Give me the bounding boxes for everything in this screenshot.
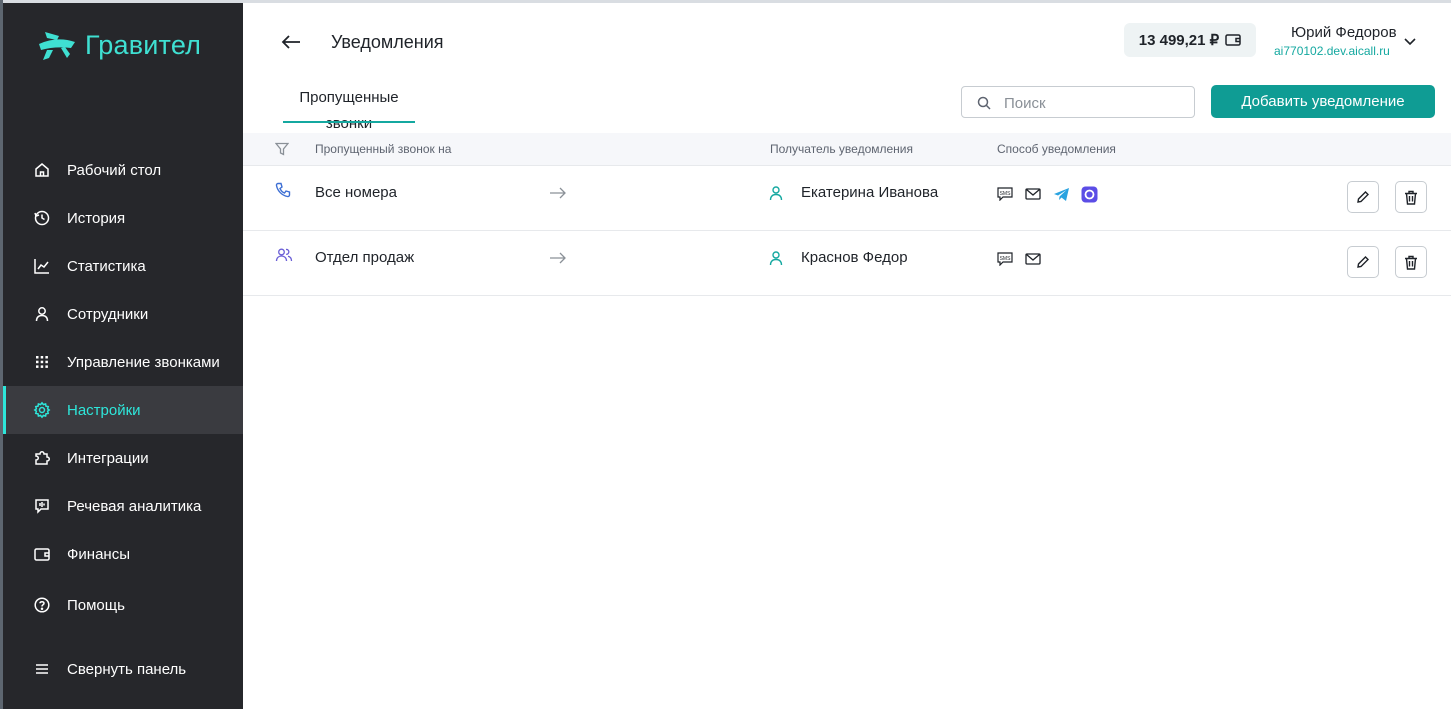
gear-icon — [33, 401, 51, 419]
chart-icon — [34, 259, 49, 274]
wallet-icon — [34, 548, 50, 561]
balance-amount: 13 499,21 ₽ — [1138, 32, 1220, 49]
menu-icon — [36, 664, 48, 674]
chevron-down-icon[interactable] — [1403, 37, 1417, 47]
delete-button[interactable] — [1395, 246, 1427, 278]
history-icon — [34, 210, 50, 226]
sidebar-item-label: Интеграции — [67, 449, 149, 467]
back-arrow-icon[interactable] — [280, 33, 302, 51]
trash-icon — [1405, 190, 1417, 205]
column-header-method: Способ уведомления — [997, 142, 1116, 156]
brand-name: Гравител — [85, 29, 202, 60]
sidebar-item-label: Финансы — [67, 545, 130, 563]
notification-methods: SMS — [996, 185, 1098, 203]
add-notification-button[interactable]: Добавить уведомление — [1211, 85, 1435, 118]
sms-icon: SMS — [996, 250, 1014, 268]
notification-methods: SMS — [996, 250, 1042, 268]
table-row[interactable]: Отдел продаж Краснов Федор SMS — [243, 231, 1451, 296]
telegram-icon — [1052, 185, 1070, 203]
edit-button[interactable] — [1347, 246, 1379, 278]
sidebar-item-desktop[interactable]: Рабочий стол — [3, 146, 243, 194]
max-messenger-icon — [1080, 185, 1098, 203]
email-icon — [1024, 185, 1042, 203]
puzzle-icon — [35, 451, 50, 465]
pencil-icon — [1357, 191, 1369, 203]
arrow-right-icon — [550, 187, 566, 199]
sidebar-item-label: Речевая аналитика — [67, 497, 202, 515]
tab-missed-calls[interactable]: Пропущенные звонки — [283, 85, 415, 132]
page-title: Уведомления — [331, 32, 444, 52]
missed-call-source: Отдел продаж — [315, 249, 415, 266]
phone-icon — [275, 182, 291, 198]
sidebar-item-label: Статистика — [67, 257, 146, 275]
missed-call-source: Все номера — [315, 184, 397, 201]
delete-button[interactable] — [1395, 181, 1427, 213]
sidebar-item-label: Управление звонками — [67, 353, 220, 371]
svg-text:SMS: SMS — [1000, 256, 1012, 262]
svg-text:SMS: SMS — [1000, 191, 1012, 197]
home-icon — [35, 163, 49, 177]
sidebar-item-history[interactable]: История — [3, 194, 243, 242]
recipient-name: Краснов Федор — [801, 249, 908, 266]
pencil-icon — [1357, 256, 1369, 268]
user-icon — [35, 307, 49, 322]
filter-icon[interactable] — [275, 142, 289, 156]
main-content: Уведомления 13 499,21 ₽ Юрий Федоров ai7… — [243, 3, 1451, 709]
sidebar: Гравител Рабочий стол История Статистика… — [3, 3, 243, 709]
sidebar-item-label: Сотрудники — [67, 305, 149, 323]
ufo-logo-icon — [39, 32, 75, 60]
sidebar-item-label: Помощь — [67, 596, 125, 614]
edit-button[interactable] — [1347, 181, 1379, 213]
table-header: Пропущенный звонок на Получатель уведомл… — [243, 133, 1451, 166]
sidebar-item-employees[interactable]: Сотрудники — [3, 290, 243, 338]
sidebar-item-statistics[interactable]: Статистика — [3, 242, 243, 290]
user-domain[interactable]: ai770102.dev.aicall.ru — [1274, 44, 1390, 58]
speech-icon — [35, 499, 49, 514]
sidebar-item-settings[interactable]: Настройки — [3, 386, 243, 434]
arrow-right-icon — [550, 252, 566, 264]
person-icon — [769, 251, 783, 266]
logo[interactable]: Гравител — [37, 27, 201, 63]
column-header-recipient: Получатель уведомления — [770, 142, 914, 156]
sidebar-item-label: История — [67, 209, 126, 227]
sidebar-item-help[interactable]: Помощь — [3, 581, 243, 629]
dialpad-icon — [36, 356, 48, 368]
sidebar-item-label: Настройки — [67, 401, 141, 419]
trash-icon — [1405, 255, 1417, 270]
person-icon — [769, 186, 783, 201]
balance-badge[interactable]: 13 499,21 ₽ — [1124, 23, 1256, 57]
sidebar-item-speech-analytics[interactable]: Речевая аналитика — [3, 482, 243, 530]
search-box[interactable] — [961, 86, 1195, 118]
wallet-icon — [1225, 34, 1241, 46]
column-header-missed-call: Пропущенный звонок на — [315, 142, 452, 156]
sidebar-item-label: Рабочий стол — [67, 161, 162, 179]
sms-icon: SMS — [996, 185, 1014, 203]
collapse-panel-button[interactable]: Свернуть панель — [3, 645, 243, 693]
app-window: Гравител Рабочий стол История Статистика… — [0, 0, 1451, 709]
sidebar-item-call-management[interactable]: Управление звонками — [3, 338, 243, 386]
table-row[interactable]: Все номера Екатерина Иванова SMS — [243, 166, 1451, 231]
email-icon — [1024, 250, 1042, 268]
collapse-panel-label: Свернуть панель — [67, 660, 187, 678]
help-icon — [34, 597, 50, 613]
search-input[interactable] — [1002, 92, 1186, 114]
search-icon — [977, 96, 991, 110]
sidebar-item-integrations[interactable]: Интеграции — [3, 434, 243, 482]
user-name[interactable]: Юрий Федоров — [1291, 24, 1397, 41]
users-icon — [275, 248, 293, 262]
sidebar-item-finances[interactable]: Финансы — [3, 530, 243, 578]
recipient-name: Екатерина Иванова — [801, 184, 939, 201]
